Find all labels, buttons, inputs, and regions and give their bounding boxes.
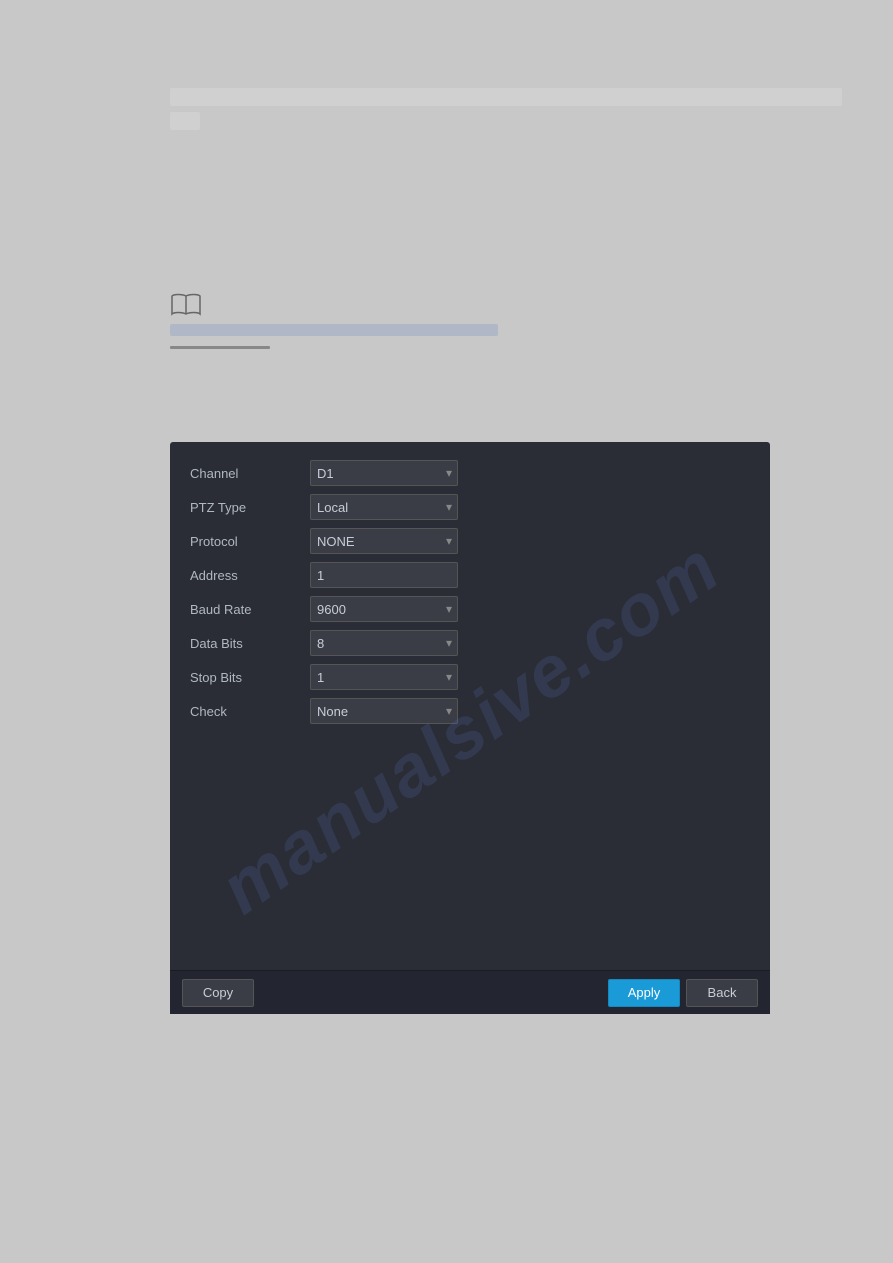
back-button[interactable]: Back [686, 979, 758, 1007]
stop-bits-label: Stop Bits [190, 670, 310, 685]
protocol-row: Protocol NONE PELCO-D PELCO-P [190, 526, 750, 556]
stop-bits-row: Stop Bits 1 2 [190, 662, 750, 692]
book-bar [170, 324, 498, 336]
channel-select[interactable]: D1 D2 D3 D4 [310, 460, 458, 486]
address-input[interactable] [310, 562, 458, 588]
data-bits-select[interactable]: 5 6 7 8 [310, 630, 458, 656]
main-panel: Channel D1 D2 D3 D4 PTZ Type Local Remot… [170, 442, 770, 1014]
button-bar: Copy Apply Back [170, 970, 770, 1014]
top-bar [170, 88, 842, 106]
copy-button[interactable]: Copy [182, 979, 254, 1007]
check-label: Check [190, 704, 310, 719]
address-label: Address [190, 568, 310, 583]
apply-button[interactable]: Apply [608, 979, 680, 1007]
protocol-select-wrapper: NONE PELCO-D PELCO-P [310, 528, 458, 554]
top-bar-sub [170, 112, 200, 130]
channel-row: Channel D1 D2 D3 D4 [190, 458, 750, 488]
channel-label: Channel [190, 466, 310, 481]
book-icon-area [170, 292, 498, 349]
ptz-type-label: PTZ Type [190, 500, 310, 515]
baud-rate-row: Baud Rate 1200 2400 4800 9600 19200 3840… [190, 594, 750, 624]
baud-rate-select-wrapper: 1200 2400 4800 9600 19200 38400 57600 11… [310, 596, 458, 622]
check-select-wrapper: None Odd Even Mark Space [310, 698, 458, 724]
baud-rate-label: Baud Rate [190, 602, 310, 617]
book-line [170, 346, 270, 349]
data-bits-row: Data Bits 5 6 7 8 [190, 628, 750, 658]
baud-rate-select[interactable]: 1200 2400 4800 9600 19200 38400 57600 11… [310, 596, 458, 622]
stop-bits-select-wrapper: 1 2 [310, 664, 458, 690]
stop-bits-select[interactable]: 1 2 [310, 664, 458, 690]
protocol-label: Protocol [190, 534, 310, 549]
form-area: Channel D1 D2 D3 D4 PTZ Type Local Remot… [170, 442, 770, 970]
ptz-type-select-wrapper: Local Remote [310, 494, 458, 520]
ptz-type-select[interactable]: Local Remote [310, 494, 458, 520]
protocol-select[interactable]: NONE PELCO-D PELCO-P [310, 528, 458, 554]
channel-select-wrapper: D1 D2 D3 D4 [310, 460, 458, 486]
book-icon [170, 292, 202, 318]
check-select[interactable]: None Odd Even Mark Space [310, 698, 458, 724]
address-row: Address [190, 560, 750, 590]
check-row: Check None Odd Even Mark Space [190, 696, 750, 726]
data-bits-select-wrapper: 5 6 7 8 [310, 630, 458, 656]
ptz-type-row: PTZ Type Local Remote [190, 492, 750, 522]
data-bits-label: Data Bits [190, 636, 310, 651]
